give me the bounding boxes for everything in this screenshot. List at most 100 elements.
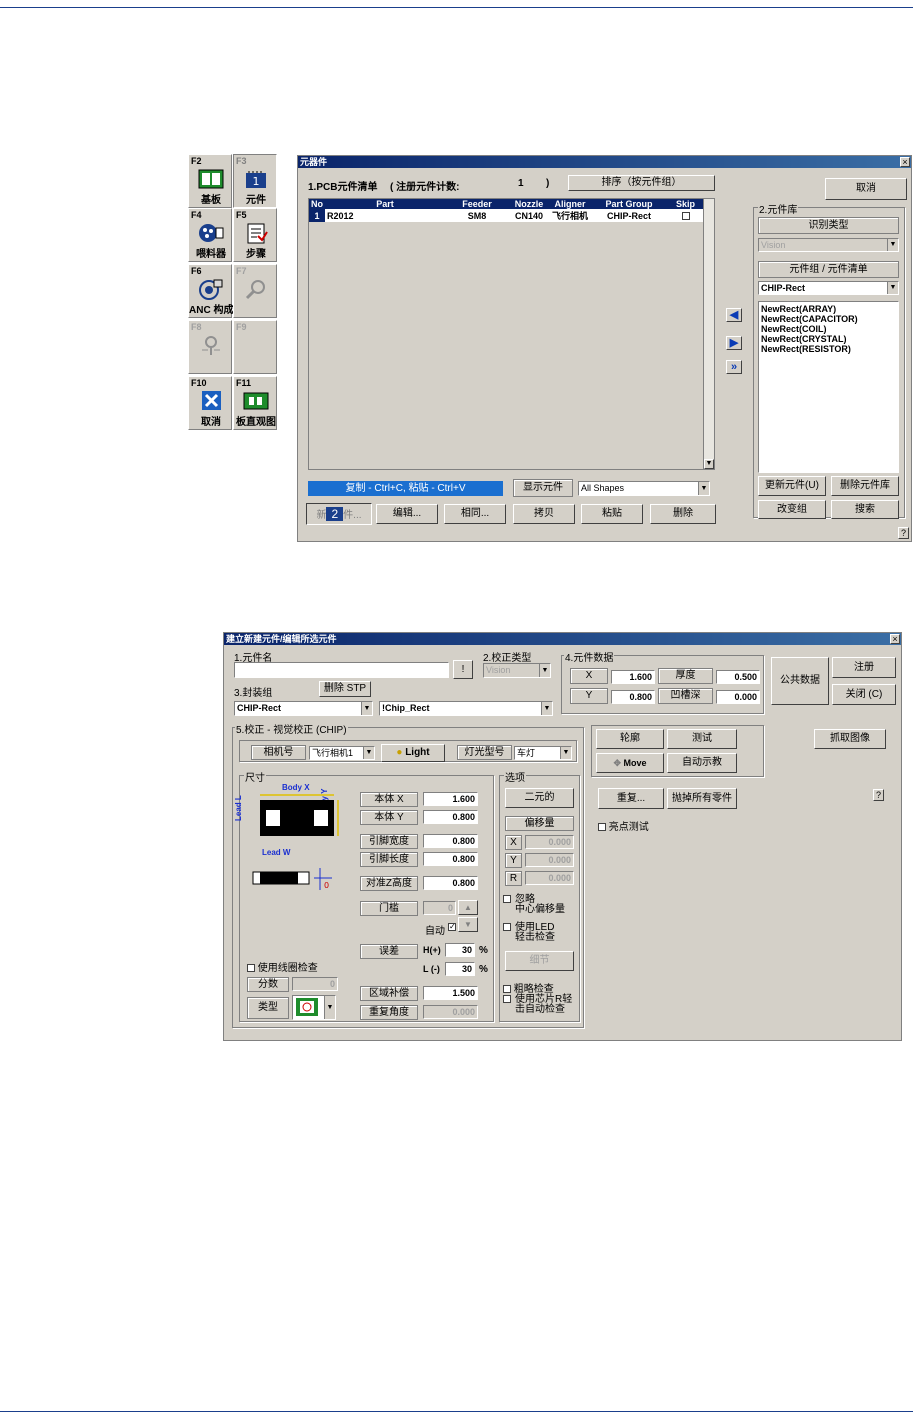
col-aligner[interactable]: Aligner bbox=[549, 199, 591, 209]
r-offset-input[interactable]: 0.000 bbox=[525, 871, 574, 885]
auto-checkbox[interactable]: ✓ bbox=[448, 923, 456, 931]
package2-select[interactable]: !Chip_Rect ▼ bbox=[379, 701, 553, 716]
group-select[interactable]: CHIP-Rect ▼ bbox=[758, 281, 899, 295]
library-list[interactable]: NewRect(ARRAY) NewRect(CAPACITOR) NewRec… bbox=[758, 301, 899, 473]
update-part-button[interactable]: 更新元件(U) bbox=[758, 476, 826, 496]
chevron-down-icon[interactable]: ▼ bbox=[887, 239, 898, 251]
chip-r-check-row[interactable]: 使用芯片R轻 击自动检查 bbox=[503, 995, 572, 1015]
f3-component-key[interactable]: F3 1 元件 bbox=[233, 154, 277, 208]
close-icon[interactable]: × bbox=[890, 634, 900, 644]
x-input[interactable]: 1.600 bbox=[611, 670, 655, 684]
new-part-button[interactable]: 新 2 件... bbox=[306, 503, 372, 525]
discard-all-button[interactable]: 抛掉所有零件 bbox=[667, 788, 737, 809]
ignore-center-row[interactable]: 忽略 中心偏移量 bbox=[503, 895, 565, 915]
binary-button[interactable]: 二元的 bbox=[505, 788, 574, 808]
close-button[interactable]: 关闭 (C) bbox=[832, 684, 896, 705]
outline-button[interactable]: 轮廓 bbox=[596, 729, 664, 749]
list-item[interactable]: NewRect(CRYSTAL) bbox=[761, 334, 896, 344]
table-row[interactable]: 1 R2012 SM8 CN140 飞行相机 CHIP-Rect bbox=[309, 209, 704, 222]
f6-anc-key[interactable]: F6 ANC 构成 bbox=[188, 264, 233, 318]
detail-button[interactable]: 细节 bbox=[505, 951, 574, 971]
row-skip[interactable] bbox=[667, 209, 704, 222]
y-offset-input[interactable]: 0.000 bbox=[525, 853, 574, 867]
scroll-down-icon[interactable]: ▼ bbox=[704, 459, 714, 469]
f8-key[interactable]: F8 bbox=[188, 320, 232, 374]
arrow-double-right-icon[interactable]: » bbox=[726, 360, 742, 374]
threshold-input[interactable]: 0 bbox=[423, 901, 456, 915]
part-name-input[interactable] bbox=[234, 662, 449, 678]
help-icon[interactable]: ? bbox=[873, 789, 884, 801]
cancel-button[interactable]: 取消 bbox=[825, 178, 907, 200]
common-data-button[interactable]: 公共数据 bbox=[771, 657, 829, 705]
table-scrollbar[interactable]: ▼ bbox=[703, 199, 714, 469]
score-input[interactable]: 0 bbox=[292, 977, 338, 991]
name-lookup-button[interactable]: ! bbox=[453, 660, 473, 679]
light-button[interactable]: ● Light bbox=[381, 744, 445, 762]
bright-test-checkbox[interactable] bbox=[598, 823, 606, 832]
chip-r-check-checkbox[interactable] bbox=[503, 995, 511, 1004]
type-select[interactable]: ▼ bbox=[292, 995, 336, 1020]
use-led-row[interactable]: 使用LED 轻击检查 bbox=[503, 923, 555, 943]
register-button[interactable]: 注册 bbox=[832, 657, 896, 678]
paste-button[interactable]: 粘贴 bbox=[581, 504, 643, 524]
chevron-down-icon[interactable]: ▼ bbox=[539, 664, 550, 677]
help-icon[interactable]: ? bbox=[898, 527, 909, 539]
body-x-input[interactable]: 1.600 bbox=[423, 792, 478, 806]
search-button[interactable]: 搜索 bbox=[831, 500, 899, 519]
chevron-down-icon[interactable]: ▼ bbox=[324, 996, 335, 1019]
use-led-checkbox[interactable] bbox=[503, 923, 511, 932]
package-select[interactable]: CHIP-Rect ▼ bbox=[234, 701, 373, 716]
body-y-input[interactable]: 0.800 bbox=[423, 810, 478, 824]
coil-check-checkbox[interactable] bbox=[247, 964, 255, 973]
region-comp-input[interactable]: 1.500 bbox=[423, 986, 478, 1000]
skip-checkbox[interactable] bbox=[681, 212, 690, 221]
f10-cancel-key[interactable]: F10 取消 bbox=[188, 376, 232, 430]
f4-feeder-key[interactable]: F4 喂料器 bbox=[188, 208, 232, 262]
col-nozzle[interactable]: Nozzle bbox=[509, 199, 549, 209]
close-icon[interactable]: × bbox=[900, 157, 910, 167]
grab-image-button[interactable]: 抓取图像 bbox=[814, 729, 886, 749]
delete-library-button[interactable]: 删除元件库 bbox=[831, 476, 899, 496]
same-button[interactable]: 相同... bbox=[444, 504, 506, 524]
chevron-down-icon[interactable]: ▼ bbox=[361, 702, 372, 715]
thickness-input[interactable]: 0.500 bbox=[716, 670, 760, 684]
ignore-center-checkbox[interactable] bbox=[503, 895, 511, 904]
groove-input[interactable]: 0.000 bbox=[716, 690, 760, 704]
recognition-type-button[interactable]: 识别类型 bbox=[758, 217, 899, 234]
col-no[interactable]: No bbox=[309, 199, 325, 209]
f11-board-view-key[interactable]: F11 板直观图 bbox=[233, 376, 277, 430]
list-item[interactable]: NewRect(ARRAY) bbox=[761, 304, 896, 314]
rough-check-checkbox[interactable] bbox=[503, 985, 511, 994]
x-offset-input[interactable]: 0.000 bbox=[525, 835, 574, 849]
change-group-button[interactable]: 改变组 bbox=[758, 500, 826, 519]
f7-key[interactable]: F7 bbox=[233, 264, 277, 318]
l-minus-input[interactable]: 30 bbox=[445, 962, 475, 976]
chevron-down-icon[interactable]: ▼ bbox=[560, 747, 571, 759]
arrow-left-icon[interactable]: ◀ bbox=[726, 308, 742, 322]
col-skip[interactable]: Skip bbox=[667, 199, 704, 209]
col-feeder[interactable]: Feeder bbox=[445, 199, 509, 209]
recognition-type-select[interactable]: Vision ▼ bbox=[758, 238, 899, 252]
y-input[interactable]: 0.800 bbox=[611, 690, 655, 704]
bright-test-row[interactable]: 亮点测试 bbox=[598, 818, 649, 833]
copy-button[interactable]: 拷贝 bbox=[513, 504, 575, 524]
align-z-input[interactable]: 0.800 bbox=[423, 876, 478, 890]
rough-check-row[interactable]: 粗略检查 bbox=[503, 980, 554, 995]
edit-button[interactable]: 编辑... bbox=[376, 504, 438, 524]
h-plus-input[interactable]: 30 bbox=[445, 943, 475, 957]
f2-board-key[interactable]: F2 基板 bbox=[188, 154, 232, 208]
col-part[interactable]: Part bbox=[325, 199, 445, 209]
group-list-button[interactable]: 元件组 / 元件清单 bbox=[758, 261, 899, 278]
chevron-down-icon[interactable]: ▼ bbox=[698, 482, 709, 495]
f5-steps-key[interactable]: F5 步骤 bbox=[233, 208, 277, 262]
coil-check-row[interactable]: 使用线圈检查 bbox=[247, 959, 318, 974]
chevron-down-icon[interactable]: ▼ bbox=[541, 702, 552, 715]
f9-key[interactable]: F9 bbox=[233, 320, 277, 374]
list-item[interactable]: NewRect(RESISTOR) bbox=[761, 344, 896, 354]
light-type-select[interactable]: 车灯 ▼ bbox=[514, 746, 572, 760]
calib-type-select[interactable]: Vision ▼ bbox=[483, 663, 551, 678]
sort-by-group-button[interactable]: 排序（按元件组） bbox=[568, 175, 715, 191]
list-item[interactable]: NewRect(COIL) bbox=[761, 324, 896, 334]
delete-button[interactable]: 删除 bbox=[650, 504, 716, 524]
list-item[interactable]: NewRect(CAPACITOR) bbox=[761, 314, 896, 324]
